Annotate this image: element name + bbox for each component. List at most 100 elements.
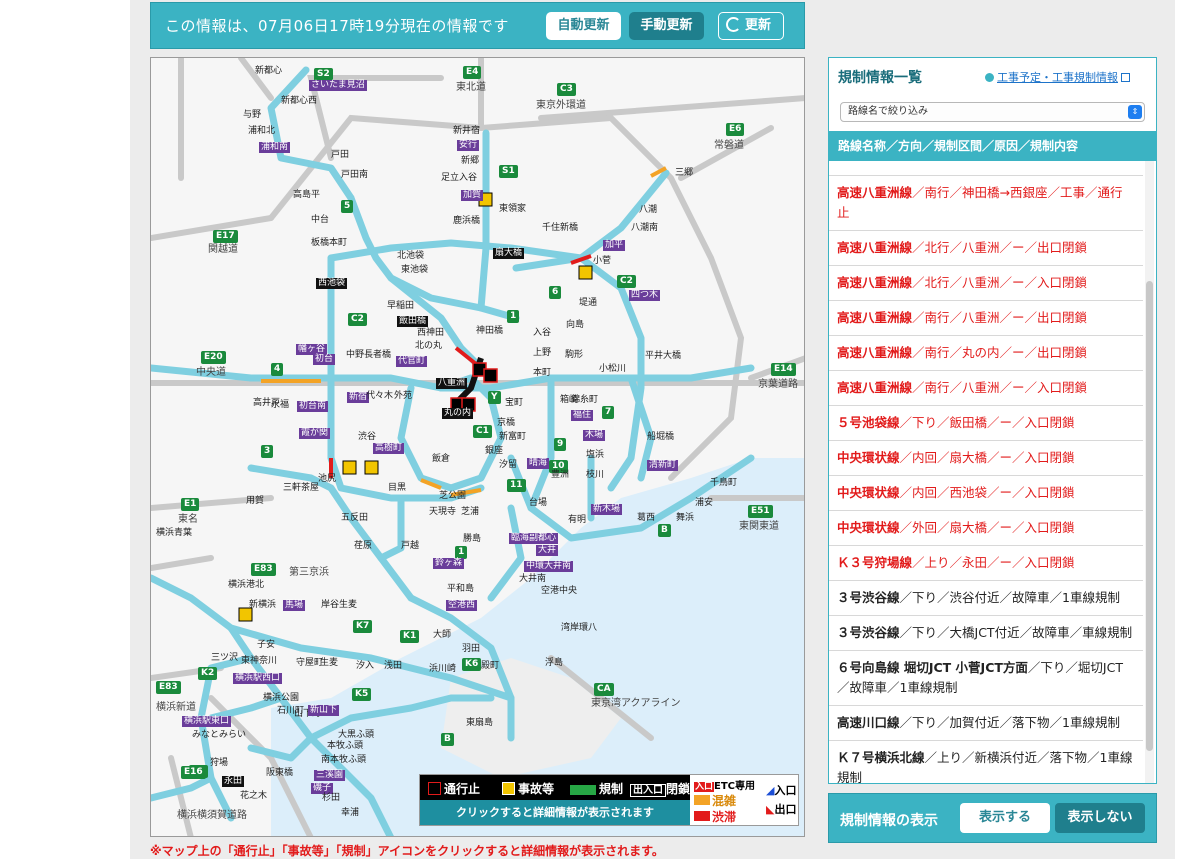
- place-label: 三溪園: [314, 770, 346, 781]
- manual-update-button[interactable]: 手動更新: [629, 12, 704, 40]
- place-label: 新郷: [461, 156, 480, 166]
- regulation-item[interactable]: 中央環状線／内回／扇大橋／ー／入口閉鎖: [829, 441, 1143, 476]
- regulation-route-name: 高速八重洲線: [837, 275, 913, 290]
- route-filter-select[interactable]: 路線名で絞り込み ⇕: [840, 102, 1145, 122]
- route-filter-label: 路線名で絞り込み: [848, 106, 928, 117]
- place-label: 永田: [222, 776, 245, 787]
- regulation-item[interactable]: 中央環状線／内回／西池袋／ー／入口閉鎖: [829, 476, 1143, 511]
- regulation-detail: ／下り／加賀付近／落下物／1車線規制: [899, 715, 1120, 730]
- road-name: 東北道: [456, 82, 486, 93]
- route-badge: E16: [181, 766, 206, 779]
- regulation-list-scrollbar[interactable]: [1145, 161, 1154, 783]
- regulation-display-panel: 規制情報の表示 表示する 表示しない: [828, 793, 1157, 843]
- place-label: 新横浜: [249, 600, 277, 610]
- regulation-item[interactable]: 高速八重洲線／北行／八重洲／ー／出口閉鎖: [829, 231, 1143, 266]
- regulation-items: 高速八重洲線／南行／神田橋→西銀座／工事／通行止 高速八重洲線／北行／八重洲／ー／…: [829, 176, 1143, 783]
- place-label: 狩場: [210, 758, 229, 768]
- place-label: 台場: [529, 498, 548, 508]
- place-label: 錦糸町: [571, 395, 599, 405]
- regulation-item[interactable]: ６号向島線 堀切JCT 小菅JCT方面／下り／堀切JCT／故障車／1車線規制: [829, 651, 1143, 706]
- hide-regulation-button[interactable]: 表示しない: [1055, 803, 1145, 833]
- regulation-detail: ／南行／八重洲／ー／入口閉鎖: [912, 380, 1088, 395]
- place-label: 八潮: [639, 205, 658, 215]
- place-label: 浦和南: [259, 142, 291, 153]
- refresh-button[interactable]: 更新: [718, 12, 784, 40]
- regulation-item[interactable]: ３号渋谷線／下り／渋谷付近／故障車／1車線規制: [829, 581, 1143, 616]
- place-label: 渋谷: [358, 432, 377, 442]
- info-bar: この情報は、07月06日17時19分現在の情報です 自動更新 手動更新 更新: [150, 2, 805, 49]
- regulation-item[interactable]: 高速八重洲線／南行／八重洲／ー／出口閉鎖: [829, 301, 1143, 336]
- refresh-icon: [726, 17, 741, 32]
- place-label: 東池袋: [401, 265, 429, 275]
- place-label: 高島平: [293, 190, 321, 200]
- scrollbar-thumb[interactable]: [1146, 281, 1153, 751]
- place-label: 用賀: [246, 496, 265, 506]
- place-label: 芝浦: [461, 507, 480, 517]
- route-badge: 3: [261, 445, 274, 458]
- place-label: 空港西: [446, 600, 478, 611]
- route-badge: 11: [507, 479, 526, 492]
- place-label: 阪東橋: [266, 768, 294, 778]
- regulation-item[interactable]: Ｋ７号横浜北線／上り／新横浜付近／落下物／1車線規制: [829, 741, 1143, 783]
- route-badge: C3: [557, 83, 576, 96]
- regulation-route-name: 中央環状線: [837, 485, 900, 500]
- place-label: 千鳥町: [710, 478, 738, 488]
- legend-restriction: 規制: [599, 782, 624, 796]
- regulation-detail: ／外回／扇大橋／ー／入口閉鎖: [899, 520, 1075, 535]
- regulation-list[interactable]: 高速八重洲線／南行／神田橋→西銀座／工事／通行止 高速八重洲線／北行／八重洲／ー／…: [829, 161, 1143, 783]
- regulation-item[interactable]: ３号渋谷線／下り／大橋JCT付近／故障車／車線規制: [829, 616, 1143, 651]
- place-label: 新都心西: [281, 96, 318, 106]
- show-regulation-button[interactable]: 表示する: [960, 803, 1050, 833]
- regulation-route-name: ６号向島線 堀切JCT 小菅JCT方面: [837, 660, 1028, 675]
- place-label: 霞が関: [299, 428, 331, 439]
- regulation-panel-header: 規制情報一覧 工事予定・工事規制情報: [829, 58, 1156, 93]
- route-badge: K5: [352, 688, 372, 701]
- regulation-item[interactable]: 中央環状線／外回／扇大橋／ー／入口閉鎖: [829, 511, 1143, 546]
- restriction-legend-icon: [570, 785, 596, 795]
- route-badge: 4: [271, 363, 284, 376]
- place-label: 有明: [568, 515, 587, 525]
- auto-update-button[interactable]: 自動更新: [546, 12, 621, 40]
- place-label: 初台南: [297, 401, 329, 412]
- road-name: 東京外環道: [536, 100, 586, 111]
- place-label: 枝川: [586, 470, 605, 480]
- place-label: 汐入: [356, 661, 375, 671]
- construction-info-link[interactable]: 工事予定・工事規制情報: [985, 69, 1130, 85]
- place-label: 本牧ふ頭: [327, 741, 364, 751]
- place-label: 清新町: [647, 460, 679, 471]
- place-label: 浮島: [545, 658, 564, 668]
- regulation-item[interactable]: 高速八重洲線／南行／神田橋→西銀座／工事／通行止: [829, 176, 1143, 231]
- place-label: 高樹町: [373, 443, 405, 454]
- route-badge: 5: [341, 200, 354, 213]
- regulation-route-name: 高速八重洲線: [837, 240, 913, 255]
- route-badge: E6: [726, 123, 745, 136]
- regulation-detail: ／南行／八重洲／ー／出口閉鎖: [912, 310, 1088, 325]
- regulation-item[interactable]: 高速八重洲線／南行／八重洲／ー／入口閉鎖: [829, 371, 1143, 406]
- place-label: 大師: [433, 630, 452, 640]
- regulation-item[interactable]: 高速八重洲線／北行／八重洲／ー／入口閉鎖: [829, 266, 1143, 301]
- expressway-map[interactable]: S2 E4 C3 S1 E6 E17 5 C2 6 C2 1 E20 4 E14 Y 7 C1 9 3 10 11 E1 E…: [150, 57, 805, 837]
- regulation-route-name: 中央環状線: [837, 450, 900, 465]
- place-label: 板橋本町: [311, 238, 348, 248]
- route-badge: K1: [400, 630, 420, 643]
- place-label: 小松川: [599, 364, 627, 374]
- place-label: 代々木: [366, 391, 394, 401]
- place-label: 丸の内: [442, 408, 474, 419]
- regulation-item[interactable]: 高速川口線／下り／加賀付近／落下物／1車線規制: [829, 706, 1143, 741]
- regulation-column-header: 路線名称／方向／規制区間／原因／規制内容: [829, 131, 1156, 161]
- regulation-detail: ／下り／飯田橋／ー／入口閉鎖: [899, 415, 1075, 430]
- place-label: 目黒: [388, 483, 407, 493]
- closed-legend-icon: [428, 782, 441, 795]
- place-label: 永福: [271, 400, 290, 410]
- regulation-item[interactable]: Ｋ３号狩場線／上り／永田／ー／入口閉鎖: [829, 546, 1143, 581]
- place-label: 与野: [243, 110, 262, 120]
- place-label: 堤通: [579, 298, 598, 308]
- place-label: 外苑: [394, 391, 413, 401]
- road-name: 中央道: [196, 367, 226, 378]
- place-label: 加平: [603, 240, 626, 251]
- regulation-item[interactable]: 高速八重洲線／南行／丸の内／ー／出口閉鎖: [829, 336, 1143, 371]
- regulation-route-name: 高速八重洲線: [837, 380, 913, 395]
- route-badge: K2: [198, 667, 218, 680]
- regulation-item[interactable]: ５号池袋線／下り／飯田橋／ー／入口閉鎖: [829, 406, 1143, 441]
- regulation-route-name: 高速八重洲線: [837, 345, 913, 360]
